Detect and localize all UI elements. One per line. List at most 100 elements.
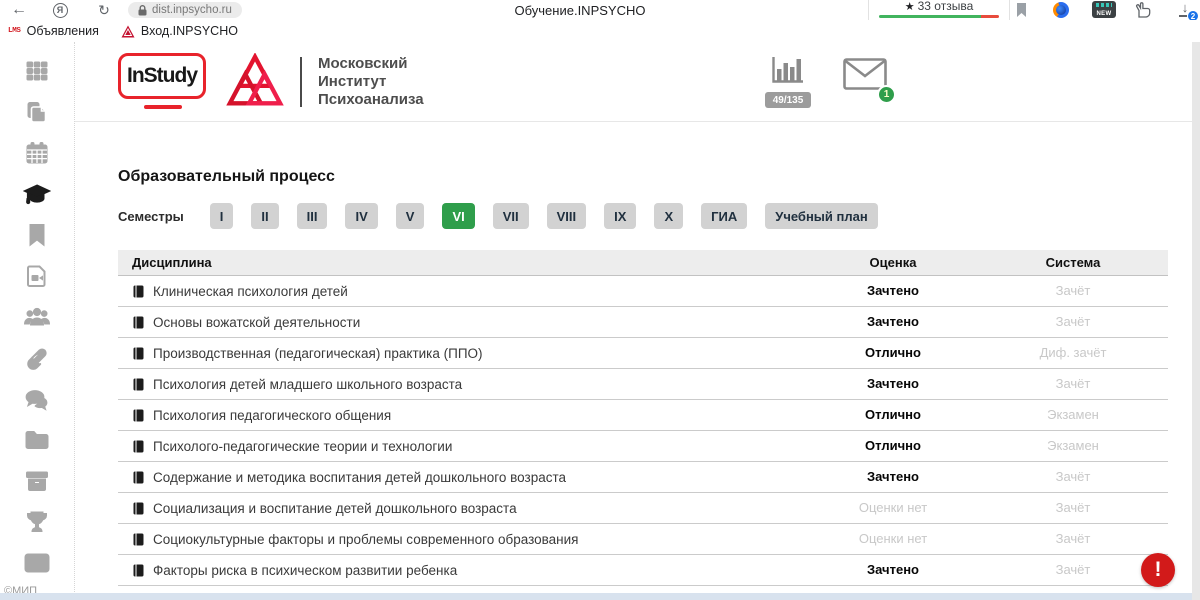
sidebar-item-files[interactable]: [23, 427, 51, 453]
table-row[interactable]: Социокультурные факторы и проблемы совре…: [118, 524, 1168, 555]
table-row[interactable]: Психология детей младшего школьного возр…: [118, 369, 1168, 400]
semester-button[interactable]: II: [251, 203, 278, 229]
system-value: Зачёт: [1056, 500, 1091, 515]
documents-icon: [25, 100, 49, 124]
book-icon: [132, 564, 145, 577]
semester-button[interactable]: X: [654, 203, 683, 229]
semester-button[interactable]: V: [396, 203, 425, 229]
bookmark-item-login[interactable]: Вход.INPSYCHO: [121, 24, 238, 38]
exclamation-icon: !: [1155, 558, 1162, 582]
semester-button[interactable]: ГИА: [701, 203, 747, 229]
table-row[interactable]: Содержание и методика воспитания детей д…: [118, 462, 1168, 493]
table-row[interactable]: Психолого-педагогические теории и технол…: [118, 431, 1168, 462]
mip-logo-icon: [226, 53, 284, 111]
system-value: Зачёт: [1056, 469, 1091, 484]
mail-widget[interactable]: 1: [843, 58, 887, 95]
trophy-icon: [25, 510, 49, 534]
discipline-name: Основы вожатской деятельности: [153, 315, 360, 330]
calendar-icon: [25, 141, 49, 165]
discipline-name: Клиническая психология детей: [153, 284, 348, 299]
folder-icon: [24, 429, 50, 451]
sidebar-item-groups[interactable]: [23, 304, 51, 330]
semester-button[interactable]: VII: [493, 203, 529, 229]
instudy-logo[interactable]: InStudy: [118, 53, 206, 111]
sidebar-item-bookmarks[interactable]: [23, 222, 51, 248]
table-row[interactable]: Основы вожатской деятельности Зачтено За…: [118, 307, 1168, 338]
sidebar-item-attachments[interactable]: [23, 345, 51, 371]
sidebar-item-education[interactable]: [23, 181, 51, 207]
semester-button[interactable]: IV: [345, 203, 377, 229]
discipline-name: Социокультурные факторы и проблемы совре…: [153, 532, 578, 547]
sidebar: ©МИП: [0, 42, 75, 600]
extension-new-icon[interactable]: NEW: [1092, 1, 1116, 18]
downloads-icon[interactable]: ↓ 2: [1176, 1, 1194, 19]
discipline-name: Психология педагогического общения: [153, 408, 391, 423]
graduation-cap-icon: [23, 182, 51, 206]
site-header: InStudy Московский Институт Психоанализа: [75, 42, 1192, 122]
table-row[interactable]: Производственная (педагогическая) практи…: [118, 338, 1168, 369]
table-body: Клиническая психология детей Зачтено Зач…: [118, 276, 1168, 586]
grade-value: Отлично: [865, 407, 921, 422]
semester-button[interactable]: IX: [604, 203, 636, 229]
grade-value: Зачтено: [867, 376, 919, 391]
sidebar-item-dashboard[interactable]: [23, 58, 51, 84]
card-icon: [24, 553, 50, 573]
archive-icon: [25, 470, 49, 492]
system-value: Экзамен: [1047, 438, 1099, 453]
system-value: Зачёт: [1056, 314, 1091, 329]
stats-chart-icon: [770, 53, 806, 85]
book-icon: [132, 285, 145, 298]
semester-button[interactable]: III: [297, 203, 328, 229]
reviews-widget[interactable]: ★33 отзыва: [868, 0, 1010, 20]
logo-divider: [300, 57, 302, 107]
discipline-name: Факторы риска в психическом развитии реб…: [153, 563, 457, 578]
yandex-icon[interactable]: Я: [50, 0, 70, 20]
system-value: Зачёт: [1056, 283, 1091, 298]
video-file-icon: [26, 264, 48, 288]
sidebar-item-video[interactable]: [23, 263, 51, 289]
sidebar-item-schedule[interactable]: [23, 140, 51, 166]
system-value: Зачёт: [1056, 531, 1091, 546]
sidebar-item-payments[interactable]: [23, 550, 51, 576]
table-row[interactable]: Психология педагогического общения Отлич…: [118, 400, 1168, 431]
table-row[interactable]: Клиническая психология детей Зачтено Зач…: [118, 276, 1168, 307]
grades-table: Дисциплина Оценка Система Клиническая пс…: [118, 250, 1168, 586]
book-icon: [132, 471, 145, 484]
grade-value: Зачтено: [867, 562, 919, 577]
browser-protect-icon[interactable]: [1053, 2, 1069, 18]
page-scrollbar[interactable]: [1192, 42, 1200, 600]
semester-button[interactable]: VI: [442, 203, 474, 229]
sidebar-item-achievements[interactable]: [23, 509, 51, 535]
sidebar-item-messages[interactable]: [23, 386, 51, 412]
discipline-name: Социализация и воспитание детей дошкольн…: [153, 501, 517, 516]
table-row[interactable]: Факторы риска в психическом развитии реб…: [118, 555, 1168, 586]
address-bar[interactable]: dist.inpsycho.ru: [128, 2, 242, 18]
book-icon: [132, 440, 145, 453]
grade-value: Зачтено: [867, 283, 919, 298]
system-value: Диф. зачёт: [1040, 345, 1107, 360]
discipline-name: Содержание и методика воспитания детей д…: [153, 470, 566, 485]
grade-value: Оценки нет: [859, 500, 927, 515]
reviews-rating-bar: [879, 15, 999, 18]
table-row[interactable]: Социализация и воспитание детей дошкольн…: [118, 493, 1168, 524]
bookmark-item-announcements[interactable]: LMS Объявления: [8, 24, 99, 38]
sidebar-item-documents[interactable]: [23, 99, 51, 125]
column-header-grade: Оценка: [808, 255, 978, 270]
reviews-count: 33 отзыва: [918, 0, 974, 13]
discipline-name: Психолого-педагогические теории и технол…: [153, 439, 452, 454]
system-value: Экзамен: [1047, 407, 1099, 422]
grade-value: Зачтено: [867, 314, 919, 329]
semester-button[interactable]: I: [210, 203, 234, 229]
semester-button[interactable]: VIII: [547, 203, 587, 229]
sidebar-item-archive[interactable]: [23, 468, 51, 494]
back-icon[interactable]: ←: [8, 0, 30, 20]
grade-value: Оценки нет: [859, 531, 927, 546]
semester-button[interactable]: Учебный план: [765, 203, 877, 229]
alert-notification-button[interactable]: !: [1141, 553, 1175, 587]
book-icon: [132, 347, 145, 360]
progress-widget[interactable]: 49/135: [765, 53, 811, 108]
refresh-icon[interactable]: ↻: [94, 0, 114, 20]
paperclip-icon: [25, 346, 49, 370]
book-icon: [132, 502, 145, 515]
mip-triangle-icon: [121, 25, 135, 38]
